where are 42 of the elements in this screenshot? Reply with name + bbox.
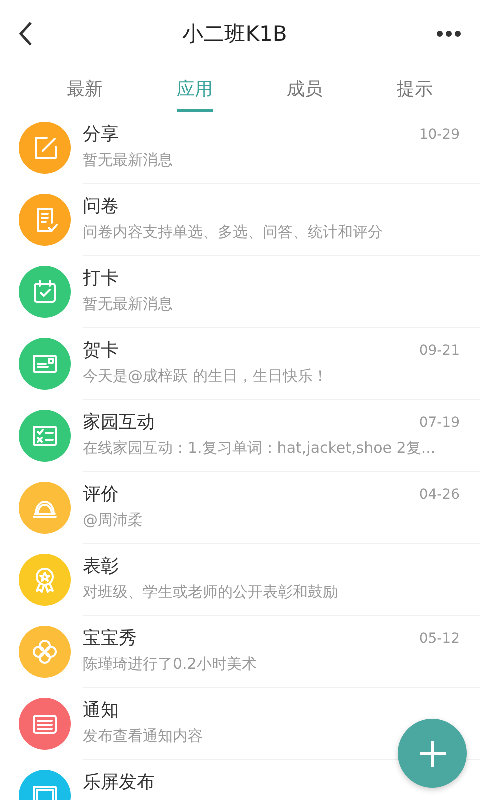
- app-icon[interactable]: [19, 410, 71, 462]
- app-title: 宝宝秀: [83, 628, 137, 649]
- app-icon[interactable]: [19, 338, 71, 390]
- app-icon[interactable]: [19, 194, 71, 246]
- app-title: 乐屏发布: [83, 772, 155, 793]
- app-summary: @周沛柔: [83, 511, 144, 530]
- app-title: 通知: [83, 700, 119, 721]
- tab[interactable]: 成员: [250, 68, 360, 112]
- back-icon: [18, 21, 34, 47]
- app-summary: 对班级、学生或老师的公开表彰和鼓励: [83, 583, 339, 602]
- app-summary: 发布查看通知内容: [83, 727, 204, 746]
- add-button[interactable]: [398, 719, 467, 788]
- app-summary: 暂无最新消息: [83, 151, 174, 170]
- app-icon[interactable]: [19, 266, 71, 318]
- app-title: 家园互动: [83, 412, 155, 433]
- app-summary: 问卷内容支持单选、多选、问答、统计和评分: [83, 223, 384, 242]
- app-title: 贺卡: [83, 340, 119, 361]
- app-summary: 在线家园互动：1.复习单词：hat,jacket,shoe 2复...: [83, 439, 437, 458]
- app-date: 07-19: [419, 414, 460, 430]
- more-icon: [436, 30, 462, 38]
- app-title: 问卷: [83, 196, 119, 217]
- app-icon[interactable]: [19, 626, 71, 678]
- app-date: 09-21: [419, 342, 460, 358]
- app-summary: 陈瑾琦进行了0.2小时美术: [83, 655, 258, 674]
- app-icon[interactable]: [19, 554, 71, 606]
- app-icon[interactable]: [19, 698, 71, 750]
- app-date: 05-12: [419, 630, 460, 646]
- app-title: 评价: [83, 484, 119, 505]
- app-date: 04-26: [419, 486, 460, 502]
- app-summary: 今天是@成梓跃 的生日，生日快乐！: [83, 367, 329, 386]
- app-title: 表彰: [83, 556, 119, 577]
- page-title: 小二班K1B: [182, 21, 288, 48]
- app-date: 10-29: [419, 126, 460, 142]
- app-icon[interactable]: [19, 122, 71, 174]
- app-title: 打卡: [83, 268, 119, 289]
- app-summary: 暂无最新消息: [83, 295, 174, 314]
- tab[interactable]: 应用: [177, 68, 213, 112]
- plus-icon: [418, 738, 448, 768]
- app-icon[interactable]: [19, 482, 71, 534]
- tab[interactable]: 最新: [30, 68, 140, 112]
- app-title: 分享: [83, 124, 119, 145]
- tab[interactable]: 提示: [360, 68, 470, 112]
